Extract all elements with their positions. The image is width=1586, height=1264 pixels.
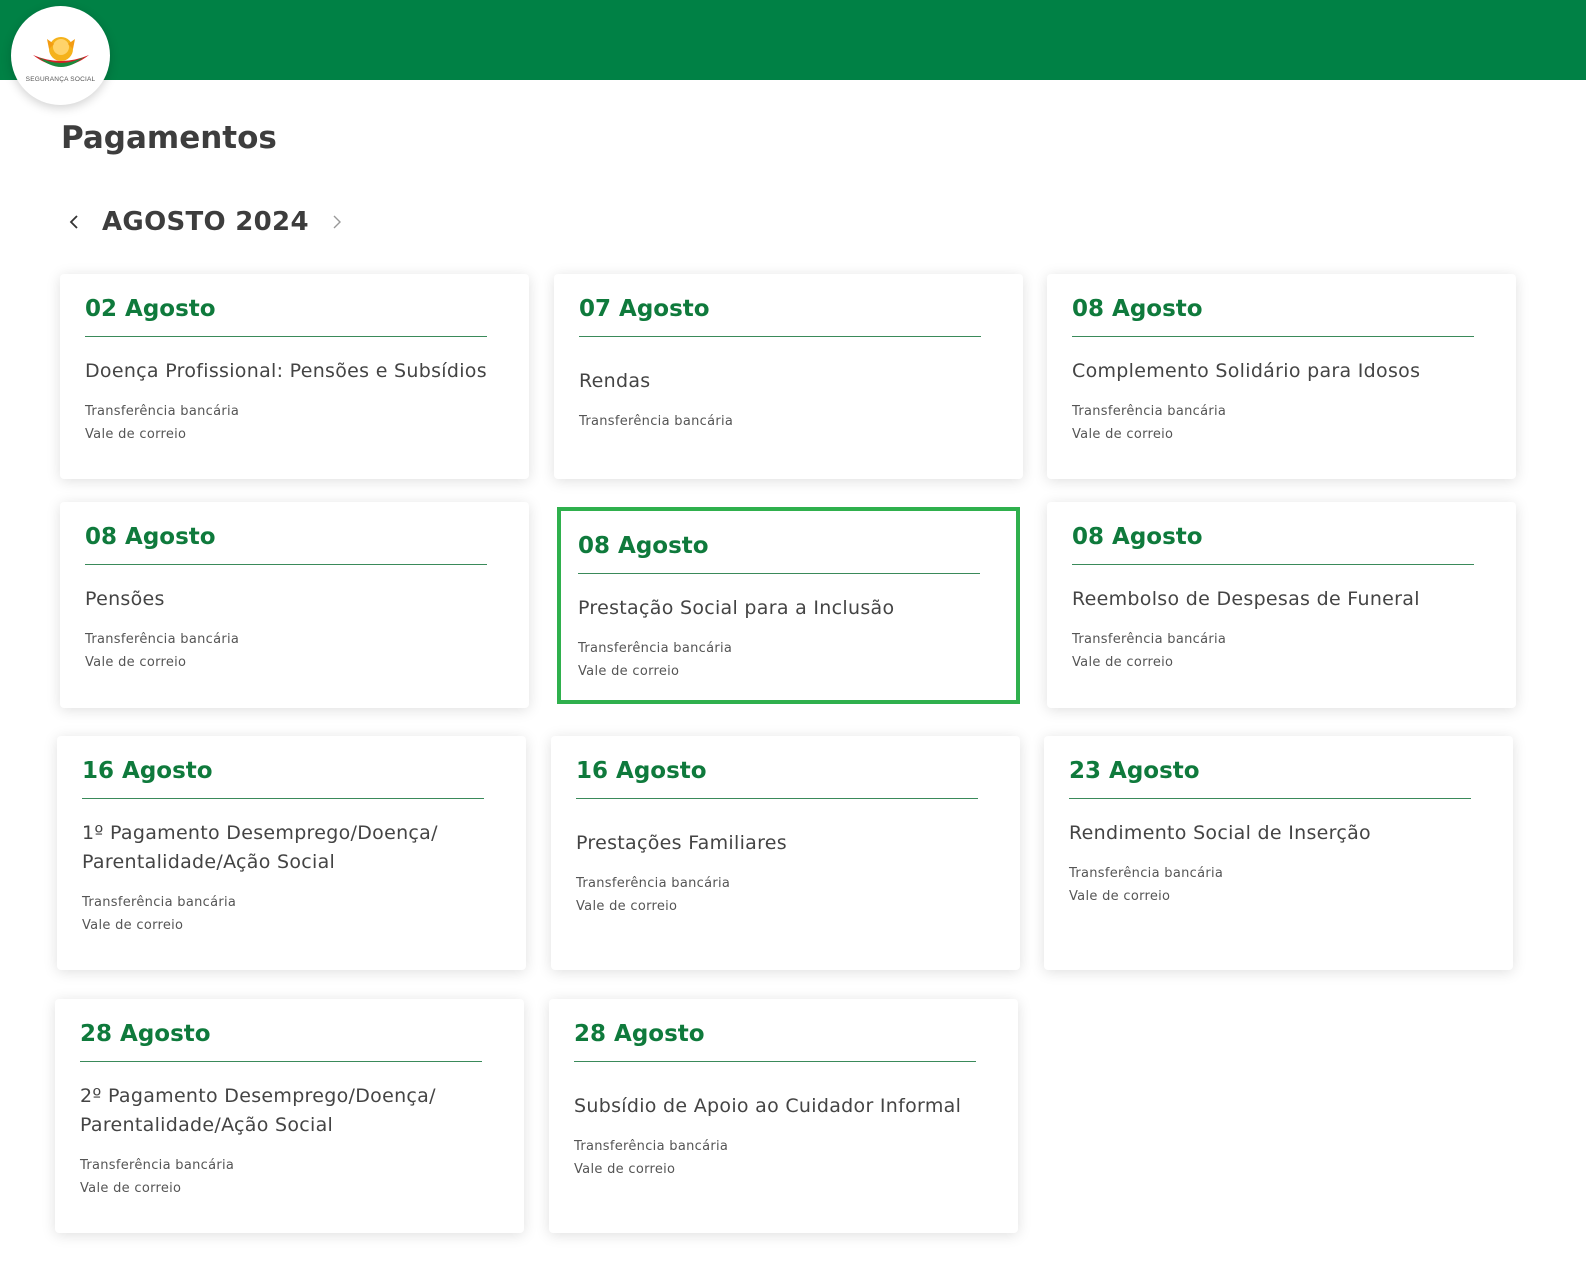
payment-method: Vale de correio <box>574 1162 676 1177</box>
payment-method: Vale de correio <box>1072 655 1174 670</box>
payment-methods: Transferência bancária Vale de correio <box>1069 862 1488 908</box>
payment-methods: Transferência bancária Vale de correio <box>574 1135 993 1181</box>
seguranca-social-logo[interactable]: SEGURANÇA SOCIAL <box>11 6 110 105</box>
payment-title: Prestação Social para a Inclusão <box>578 597 895 619</box>
payment-method: Transferência bancária <box>1072 404 1227 419</box>
payment-methods: Transferência bancária Vale de correio <box>85 400 504 446</box>
payment-card[interactable]: 08 Agosto Complemento Solidário para Idos… <box>1047 274 1516 479</box>
top-bar <box>0 0 1586 80</box>
payment-date: 08 Agosto <box>1072 274 1474 337</box>
payment-title: Rendimento Social de Inserção <box>1069 822 1371 844</box>
payment-date: 07 Agosto <box>579 274 981 337</box>
payment-methods: Transferência bancária <box>579 410 998 433</box>
payment-method: Vale de correio <box>82 918 184 933</box>
payment-method: Transferência bancária <box>82 895 237 910</box>
payment-title: Rendas <box>579 370 651 392</box>
payment-methods: Transferência bancária Vale de correio <box>576 872 995 918</box>
payment-card[interactable]: 28 Agosto Subsídio de Apoio ao Cuidador I… <box>549 999 1018 1233</box>
payment-method: Vale de correio <box>578 664 680 679</box>
payment-date: 28 Agosto <box>574 999 976 1062</box>
payment-card[interactable]: 28 Agosto 2º Pagamento Desemprego/Doença/… <box>55 999 524 1233</box>
payment-card[interactable]: 08 Agosto Pensões Transferência bancária Va… <box>60 502 529 708</box>
payment-method: Vale de correio <box>85 427 187 442</box>
payment-date: 16 Agosto <box>82 736 484 799</box>
payment-methods: Transferência bancária Vale de correio <box>578 637 999 683</box>
current-month-label: AGOSTO 2024 <box>102 207 309 237</box>
payment-method: Vale de correio <box>85 655 187 670</box>
chevron-left-icon <box>69 215 78 229</box>
payment-title: Pensões <box>85 588 165 610</box>
payment-methods: Transferência bancária Vale de correio <box>1072 400 1491 446</box>
payment-card[interactable]: 02 Agosto Doença Profissional: Pensões e … <box>60 274 529 479</box>
payment-card[interactable]: 16 Agosto 1º Pagamento Desemprego/Doença/… <box>57 736 526 970</box>
payment-methods: Transferência bancária Vale de correio <box>80 1154 499 1200</box>
payment-methods: Transferência bancária Vale de correio <box>82 891 501 937</box>
payment-method: Vale de correio <box>1069 889 1171 904</box>
payment-method: Transferência bancária <box>1072 632 1227 647</box>
payment-method: Vale de correio <box>576 899 678 914</box>
payment-title: 1º Pagamento Desemprego/Doença/ Parental… <box>82 822 438 873</box>
payment-date: 23 Agosto <box>1069 736 1471 799</box>
payment-date: 08 Agosto <box>85 502 487 565</box>
previous-month-button[interactable] <box>60 208 88 236</box>
payment-card[interactable]: 08 Agosto Prestação Social para a Inclusã… <box>557 507 1020 704</box>
payment-method: Transferência bancária <box>574 1139 729 1154</box>
payment-date: 28 Agosto <box>80 999 482 1062</box>
payment-card[interactable]: 16 Agosto Prestações Familiares Transferên… <box>551 736 1020 970</box>
payment-title: Subsídio de Apoio ao Cuidador Informal <box>574 1095 962 1117</box>
payment-methods: Transferência bancária Vale de correio <box>85 628 504 674</box>
payment-date: 08 Agosto <box>578 511 980 574</box>
logo-text: SEGURANÇA SOCIAL <box>25 75 96 83</box>
payment-method: Transferência bancária <box>85 632 240 647</box>
payment-title: Prestações Familiares <box>576 832 787 854</box>
payment-card[interactable]: 08 Agosto Reembolso de Despesas de Funera… <box>1047 502 1516 708</box>
next-month-button[interactable] <box>323 208 351 236</box>
payment-method: Vale de correio <box>80 1181 182 1196</box>
payment-title: Reembolso de Despesas de Funeral <box>1072 588 1420 610</box>
payment-method: Transferência bancária <box>1069 866 1224 881</box>
payment-method: Transferência bancária <box>576 876 731 891</box>
payment-title: 2º Pagamento Desemprego/Doença/ Parental… <box>80 1085 436 1136</box>
month-navigator: AGOSTO 2024 <box>60 200 351 244</box>
chevron-right-icon <box>333 215 341 229</box>
payment-title: Doença Profissional: Pensões e Subsídios <box>85 360 487 382</box>
empty-grid-space <box>1040 990 1530 1264</box>
payment-card[interactable]: 23 Agosto Rendimento Social de Inserção Tr… <box>1044 736 1513 970</box>
payment-title: Complemento Solidário para Idosos <box>1072 360 1421 382</box>
page-title: Pagamentos <box>61 120 277 156</box>
payment-card[interactable]: 07 Agosto Rendas Transferência bancária <box>554 274 1023 479</box>
payment-method: Vale de correio <box>1072 427 1174 442</box>
payment-method: Transferência bancária <box>80 1158 235 1173</box>
payment-methods: Transferência bancária Vale de correio <box>1072 628 1491 674</box>
payment-date: 16 Agosto <box>576 736 978 799</box>
payment-date: 08 Agosto <box>1072 502 1474 565</box>
logo-sun-icon <box>32 36 89 67</box>
payment-date: 02 Agosto <box>85 274 487 337</box>
payment-method: Transferência bancária <box>578 641 733 656</box>
payment-method: Transferência bancária <box>579 414 734 429</box>
payment-method: Transferência bancária <box>85 404 240 419</box>
